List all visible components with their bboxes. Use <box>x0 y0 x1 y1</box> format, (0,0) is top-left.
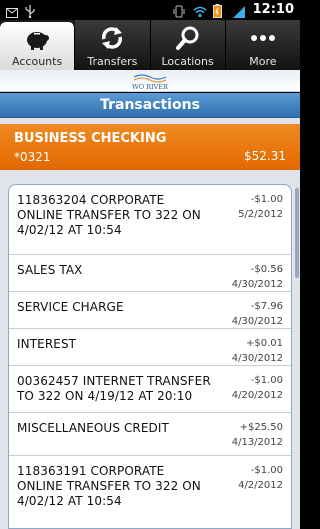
account-balance: $52.31 <box>244 149 286 163</box>
magnifier-icon <box>174 25 202 51</box>
transaction-amount: -$1.00 <box>250 194 283 205</box>
tab-bar: Accounts Transfers Locations More <box>0 20 300 70</box>
tab-label: Locations <box>161 55 214 68</box>
tab-transfers[interactable]: Transfers <box>75 20 151 70</box>
transaction-date: 5/2/2012 <box>238 209 283 220</box>
transaction-amount: -$1.00 <box>250 375 283 386</box>
transaction-date: 4/20/2012 <box>231 390 283 401</box>
transaction-row[interactable]: 118363204 CORPORATE ONLINE TRANSFER TO 3… <box>9 185 291 255</box>
piggy-bank-icon <box>23 27 51 53</box>
bank-logo: TWO RIVERS <box>128 71 172 91</box>
tab-accounts[interactable]: Accounts <box>0 22 76 70</box>
page-title: Transactions <box>0 93 300 118</box>
svg-text:TWO RIVERS: TWO RIVERS <box>132 83 168 91</box>
transaction-row[interactable]: SALES TAX -$0.56 4/30/2012 <box>9 255 291 292</box>
transaction-description: 118363191 CORPORATE ONLINE TRANSFER TO 3… <box>17 464 201 508</box>
status-bar: 12:10 <box>0 0 300 20</box>
tab-label: Accounts <box>12 55 63 68</box>
transaction-row[interactable]: 00362457 INTERNET TRANSFER TO 322 ON 4/1… <box>9 366 291 413</box>
usb-icon <box>25 3 37 19</box>
transaction-amount: -$1.00 <box>250 465 283 476</box>
transaction-list[interactable]: 118363204 CORPORATE ONLINE TRANSFER TO 3… <box>8 184 292 529</box>
vibrate-icon <box>173 3 185 18</box>
transaction-description: INTEREST <box>17 337 77 351</box>
transaction-description: SERVICE CHARGE <box>17 300 124 314</box>
transaction-date: 4/30/2012 <box>231 353 283 364</box>
transaction-description: 00362457 INTERNET TRANSFER TO 322 ON 4/1… <box>17 374 211 403</box>
transfer-arrows-icon <box>98 25 126 51</box>
account-name: BUSINESS CHECKING <box>14 131 167 146</box>
battery-icon <box>212 3 225 18</box>
transaction-amount: -$7.96 <box>250 301 283 312</box>
transaction-date: 4/30/2012 <box>231 316 283 327</box>
transaction-row[interactable]: INTEREST +$0.01 4/30/2012 <box>9 329 291 366</box>
more-dots-icon <box>249 25 277 51</box>
transaction-date: 4/13/2012 <box>231 437 283 448</box>
clock: 12:10 <box>252 2 294 17</box>
tab-more[interactable]: More <box>225 20 300 70</box>
tab-label: Transfers <box>87 55 138 68</box>
transaction-date: 4/30/2012 <box>231 279 283 290</box>
transaction-amount: +$25.50 <box>239 422 283 433</box>
transaction-row[interactable]: MISCELLANEOUS CREDIT +$25.50 4/13/2012 <box>9 413 291 456</box>
wifi-icon <box>193 3 207 18</box>
tab-label: More <box>249 55 277 68</box>
transaction-amount: +$0.01 <box>245 338 283 349</box>
email-icon <box>6 3 18 18</box>
list-scrollbar[interactable] <box>295 188 299 278</box>
transaction-amount: -$0.56 <box>250 264 283 275</box>
account-header[interactable]: BUSINESS CHECKING *0321 $52.31 <box>0 124 300 170</box>
account-number: *0321 <box>14 150 51 164</box>
transaction-description: 118363204 CORPORATE ONLINE TRANSFER TO 3… <box>17 193 201 237</box>
transaction-row[interactable]: 118363191 CORPORATE ONLINE TRANSFER TO 3… <box>9 456 291 526</box>
transaction-row[interactable]: SERVICE CHARGE -$7.96 4/30/2012 <box>9 292 291 329</box>
signal-icon <box>232 3 245 18</box>
transaction-date: 4/2/2012 <box>238 480 283 491</box>
transaction-description: MISCELLANEOUS CREDIT <box>17 421 169 435</box>
tab-locations[interactable]: Locations <box>150 20 226 70</box>
transaction-description: SALES TAX <box>17 263 83 277</box>
bank-logo-strip: TWO RIVERS <box>0 70 300 92</box>
